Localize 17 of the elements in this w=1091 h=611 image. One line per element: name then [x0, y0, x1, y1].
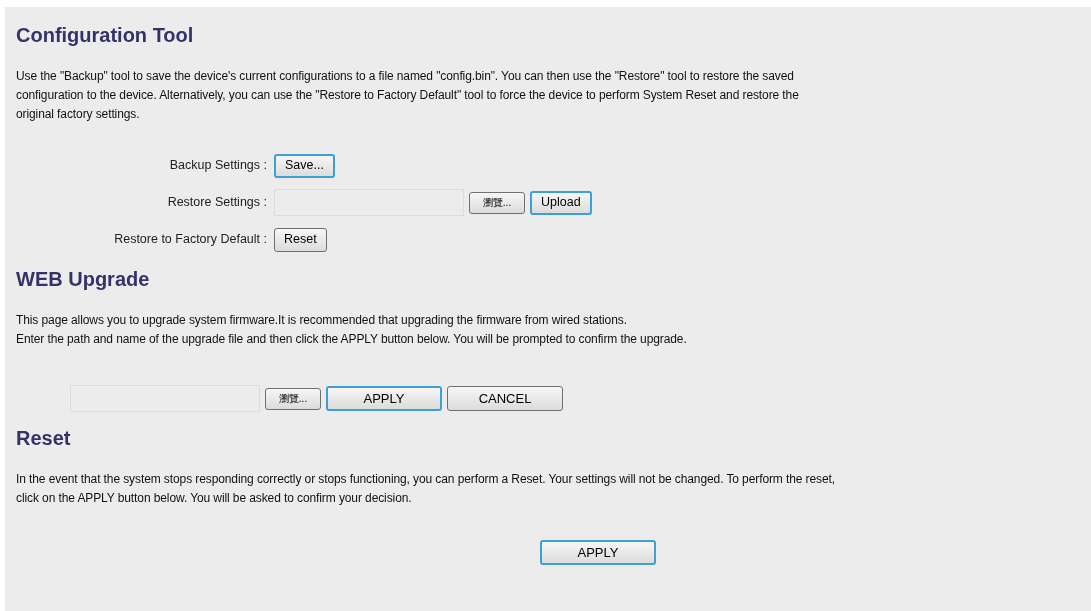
action-button[interactable]: APPLY — [326, 386, 442, 411]
section-description: Use the "Backup" tool to save the device's current configurations to a file named "config.bin". You can then use the "Restore" tool to restore the saved configuration to the device. Alternatively, you can use the "Restore to Factory Default" tool to force the device to perform System Reset and restore the original factory settings. — [16, 68, 800, 123]
browse-button[interactable]: 瀏覽... — [265, 387, 321, 410]
setting-label: Restore to Factory Default : — [113, 231, 268, 249]
action-button[interactable]: Save... — [274, 153, 335, 178]
setting-label: Backup Settings : — [168, 157, 268, 175]
action-button[interactable]: CANCEL — [447, 386, 563, 411]
section-heading: WEB Upgrade — [16, 267, 151, 291]
setting-label: Restore Settings : — [166, 194, 268, 212]
action-button[interactable]: Reset — [274, 227, 327, 252]
section-description: In the event that the system stops responding correctly or stops functioning, you can perform a Reset. Your settings will not be changed. To perform the reset, click on the APPLY button below. You will be asked to confirm your decision. — [16, 471, 836, 507]
action-button[interactable]: Upload — [530, 190, 592, 215]
action-button[interactable]: APPLY — [540, 540, 656, 565]
section-heading: Reset — [16, 426, 72, 450]
section-heading: Configuration Tool — [16, 23, 195, 47]
section-description: This page allows you to upgrade system firmware.It is recommended that upgrading the firmware from wired stations. Enter the path and name of the upgrade file and then click the APPLY button below. You will be prompted to confirm the upgrade. — [16, 312, 688, 348]
browse-button[interactable]: 瀏覽... — [469, 191, 525, 214]
